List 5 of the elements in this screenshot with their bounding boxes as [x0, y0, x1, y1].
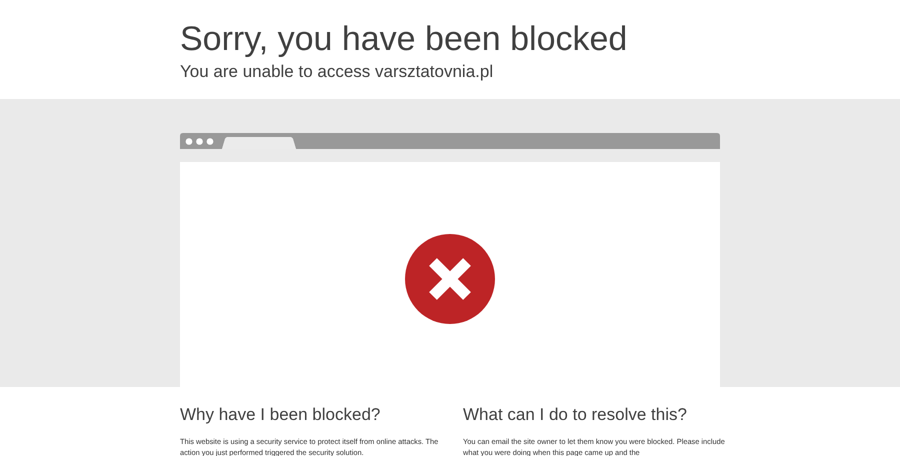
page-title: Sorry, you have been blocked — [180, 20, 628, 58]
section-heading: Why have I been blocked? — [180, 404, 380, 426]
page-subtitle: You are unable to access varsztatovnia.pl — [180, 61, 494, 83]
error-icon — [405, 234, 495, 324]
section-heading: What can I do to resolve this? — [463, 404, 687, 426]
